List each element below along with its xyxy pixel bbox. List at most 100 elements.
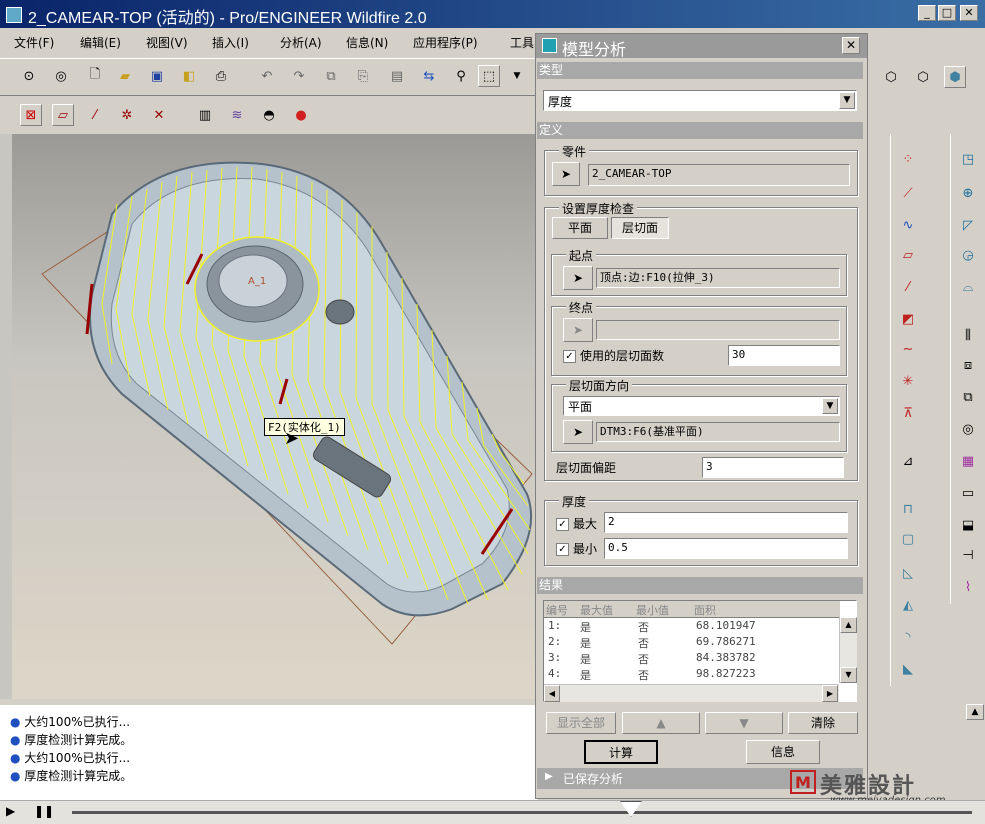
thicken-icon[interactable]: ▭ — [957, 482, 979, 504]
pause-icon[interactable]: ❚❚ — [34, 804, 54, 818]
merge-icon[interactable]: ⧈ — [957, 354, 979, 376]
show-all-button[interactable]: 显示全部 — [546, 712, 616, 734]
expand-arrow-icon[interactable]: ▶ — [545, 771, 553, 782]
scroll-right-icon[interactable]: ▶ — [822, 685, 838, 702]
menu-tools[interactable]: 工具 — [510, 34, 534, 51]
results-vscroll[interactable]: ▲ ▼ — [839, 617, 857, 683]
trim-icon[interactable]: ⧉ — [957, 386, 979, 408]
round-icon[interactable]: ◝ — [897, 626, 919, 648]
dropdown-arrow-icon[interactable]: ▼ — [506, 65, 528, 87]
shading-icon[interactable]: ⬢ — [944, 66, 966, 88]
direction-ref-field[interactable]: DTM3:F6(基准平面) — [596, 422, 840, 442]
compute-button[interactable]: 计算 — [584, 740, 658, 764]
part-select-arrow-button[interactable]: ➤ — [552, 162, 580, 186]
minimize-button[interactable]: _ — [918, 5, 936, 21]
scroll-up-icon[interactable]: ▲ — [840, 617, 857, 633]
csys-toggle-icon[interactable]: ✕ — [148, 104, 170, 126]
up-arrow-button[interactable]: ▲ — [622, 712, 700, 734]
view-manager-icon[interactable]: ▥ — [194, 104, 216, 126]
close-window-icon[interactable]: ⊠ — [20, 104, 42, 126]
results-hscroll[interactable]: ◀ ▶ — [544, 684, 839, 702]
down-arrow-button[interactable]: ▼ — [705, 712, 783, 734]
redo-icon[interactable]: ↷ — [288, 65, 310, 87]
annotation-icon[interactable]: ⊿ — [897, 450, 919, 472]
color-palette-icon[interactable]: ● — [290, 104, 312, 126]
curve-tool-icon[interactable]: ∼ — [897, 338, 919, 360]
select-box-icon[interactable]: ⬚ — [478, 65, 500, 87]
sketch-curve-icon[interactable]: ∿ — [897, 214, 919, 236]
warp-icon[interactable]: ⌇ — [957, 576, 979, 598]
shell-icon[interactable]: ▢ — [897, 528, 919, 550]
max-checkbox[interactable]: ✓ 最大 — [556, 515, 597, 532]
intersect-icon[interactable]: ⊣ — [957, 544, 979, 566]
axis-tool-icon[interactable]: ⁄ — [897, 276, 919, 298]
playback-thumb[interactable] — [620, 801, 642, 817]
datum-plane-toggle-icon[interactable]: ▱ — [52, 104, 74, 126]
checkbox-checked-icon[interactable]: ✓ — [563, 350, 576, 363]
chamfer-icon[interactable]: ◣ — [897, 658, 919, 680]
start-field[interactable]: 顶点:边:F10(拉伸_3) — [596, 268, 840, 288]
save-icon[interactable]: ▣ — [146, 65, 168, 87]
menu-file[interactable]: 文件(F) — [14, 34, 54, 51]
header-area[interactable]: 面积 — [694, 602, 716, 618]
max-checkbox-icon[interactable]: ✓ — [556, 518, 569, 531]
end-select-arrow-button[interactable]: ➤ — [563, 318, 593, 342]
boundary-icon[interactable]: ⌓ — [957, 276, 979, 298]
type-select[interactable]: 厚度 ▼ — [543, 90, 857, 111]
header-max[interactable]: 最大值 — [580, 602, 613, 618]
header-min[interactable]: 最小值 — [636, 602, 669, 618]
menu-insert[interactable]: 插入(I) — [212, 34, 249, 51]
new-file-icon[interactable]: 🗋 — [84, 65, 106, 87]
new-session-icon[interactable]: ⊙ — [18, 65, 40, 87]
menu-info[interactable]: 信息(N) — [346, 34, 388, 51]
datum-plane-tool-icon[interactable]: ▱ — [897, 244, 919, 266]
paste-icon[interactable]: ⎘ — [352, 65, 374, 87]
info-button[interactable]: 信息 — [746, 740, 820, 764]
appearance-icon[interactable]: ◓ — [258, 104, 280, 126]
datum-axis-toggle-icon[interactable]: ⁄ — [84, 104, 106, 126]
dialog-close-button[interactable]: ✕ — [842, 37, 860, 54]
menu-edit[interactable]: 编辑(E) — [80, 34, 121, 51]
copy-icon[interactable]: ⧉ — [320, 65, 342, 87]
print-icon[interactable]: ⎙ — [210, 65, 232, 87]
rib-icon[interactable]: ◺ — [897, 562, 919, 584]
paste-special-icon[interactable]: ▤ — [386, 65, 408, 87]
offset-icon[interactable]: ◎ — [957, 418, 979, 440]
menu-analysis[interactable]: 分析(A) — [280, 34, 322, 51]
datum-point-tool-icon[interactable]: ⁘ — [897, 148, 919, 170]
min-checkbox-icon[interactable]: ✓ — [556, 543, 569, 556]
direction-select-arrow-button[interactable]: ➤ — [563, 420, 593, 444]
erase-icon[interactable]: ◎ — [50, 65, 72, 87]
right-scroll-up[interactable]: ▲ — [966, 704, 984, 720]
blend-icon[interactable]: ◶ — [957, 244, 979, 266]
find-icon[interactable]: ⚲ — [450, 65, 472, 87]
hole-icon[interactable]: ⊓ — [897, 498, 919, 520]
use-sections-checkbox[interactable]: ✓ 使用的层切面数 — [563, 347, 664, 364]
end-field[interactable] — [596, 320, 840, 340]
part-field[interactable]: 2_CAMEAR-TOP — [588, 164, 850, 186]
hidden-line-icon[interactable]: ⬡ — [912, 66, 934, 88]
sweep-icon[interactable]: ◸ — [957, 214, 979, 236]
header-id[interactable]: 编号 — [546, 602, 568, 618]
playback-track[interactable] — [72, 811, 972, 814]
graphics-viewport[interactable]: A_1 F2(实体化_1) ➤ — [12, 134, 538, 699]
clear-button[interactable]: 清除 — [788, 712, 858, 734]
extrude-icon[interactable]: ◳ — [957, 148, 979, 170]
results-table[interactable]: 编号 最大值 最小值 面积 1: 是 否 68.101947 2: 是 否 69… — [543, 600, 857, 702]
layers-icon[interactable]: ≋ — [226, 104, 248, 126]
datum-axis-tool-icon[interactable]: ⟋ — [897, 182, 919, 204]
datum-point-toggle-icon[interactable]: ✲ — [116, 104, 138, 126]
tab-section[interactable]: 层切面 — [611, 217, 669, 239]
scroll-down-icon[interactable]: ▼ — [840, 667, 857, 683]
open-folder-icon[interactable]: ▰ — [114, 65, 136, 87]
direction-chevron-down-icon[interactable]: ▼ — [822, 398, 838, 414]
save-copy-icon[interactable]: ◧ — [178, 65, 200, 87]
menu-applications[interactable]: 应用程序(P) — [413, 34, 478, 51]
min-checkbox[interactable]: ✓ 最小 — [556, 540, 597, 557]
menu-view[interactable]: 视图(V) — [146, 34, 188, 51]
undo-icon[interactable]: ↶ — [256, 65, 278, 87]
pattern-icon[interactable]: ▦ — [957, 450, 979, 472]
solidify-icon[interactable]: ⬓ — [957, 514, 979, 536]
wireframe-icon[interactable]: ⬡ — [880, 66, 902, 88]
start-select-arrow-button[interactable]: ➤ — [563, 266, 593, 290]
